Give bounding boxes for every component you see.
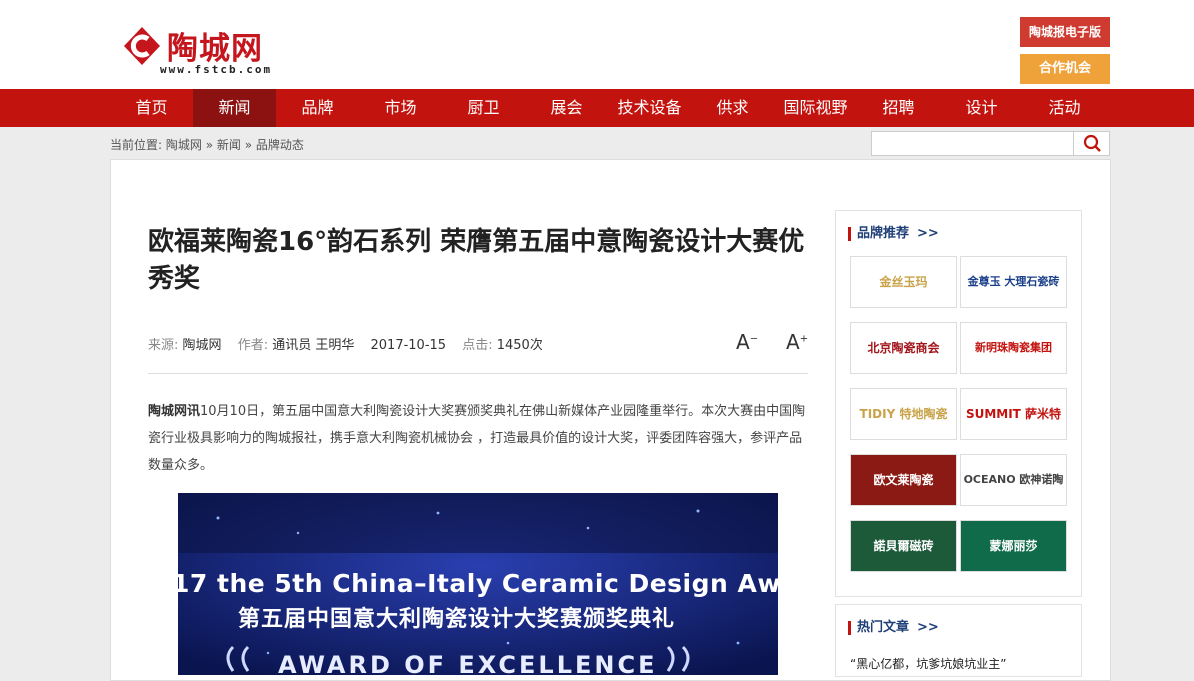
breadcrumb-item-brand-news[interactable]: 品牌动态: [256, 138, 304, 152]
main-nav: 首页 新闻 品牌 市场 厨卫 展会 技术设备 供求 国际视野 招聘 设计 活动: [0, 89, 1194, 127]
hot-articles-heading: 热门文章 >>: [848, 621, 939, 635]
site-header: 陶城网 www.fstcb.com 陶城报电子版 合作机会: [0, 0, 1194, 89]
search-button[interactable]: [1073, 132, 1110, 155]
brand-logo-tidiy[interactable]: TIDIY 特地陶瓷: [850, 388, 957, 440]
brand-logo-kinsyoma[interactable]: 金丝玉玛: [850, 256, 957, 308]
nav-item-brand[interactable]: 品牌: [276, 89, 359, 127]
logo-mark-icon: [124, 27, 160, 65]
nav-item-design[interactable]: 设计: [940, 89, 1023, 127]
hot-articles-more[interactable]: >>: [917, 620, 939, 635]
brand-logo-label: 北京陶瓷商会: [867, 341, 940, 355]
lead-text: 10月10日，第五届中国意大利陶瓷设计大奖赛颁奖典礼在佛山新媒体产业园隆重举行。…: [148, 404, 806, 473]
publish-date: 2017-10-15: [370, 338, 447, 353]
breadcrumb-separator: »: [244, 138, 253, 152]
breadcrumb-item-news[interactable]: 新闻: [217, 138, 241, 152]
brand-logo-summit[interactable]: SUMMIT 萨米特: [960, 388, 1067, 440]
font-increase-label: A: [786, 330, 800, 354]
photo-award-text: AWARD OF EXCELLENCE: [278, 651, 658, 675]
cooperation-button[interactable]: 合作机会: [1020, 54, 1110, 84]
logo-url: www.fstcb.com: [160, 63, 273, 76]
hot-articles-title: 热门文章: [857, 620, 910, 635]
nav-item-events[interactable]: 活动: [1023, 89, 1106, 127]
lead-source-tag: 陶城网讯: [148, 404, 201, 419]
breadcrumb-item-home[interactable]: 陶城网: [166, 138, 202, 152]
article-lead: 陶城网讯10月10日，第五届中国意大利陶瓷设计大奖赛颁奖典礼在佛山新媒体产业园隆…: [148, 398, 808, 479]
brand-logo-overland[interactable]: 欧文莱陶瓷: [850, 454, 957, 506]
search-box: [871, 131, 1110, 156]
brand-logo-label: 蒙娜丽莎: [961, 521, 1066, 571]
article-meta: 来源: 陶城网 作者: 通讯员 王明华 2017-10-15 点击: 1450次: [148, 334, 555, 353]
breadcrumb: 当前位置: 陶城网 » 新闻 » 品牌动态: [110, 136, 304, 153]
brand-logo-label: 金丝玉玛: [879, 275, 928, 289]
brand-logo-nobel[interactable]: 諾貝爾磁砖: [850, 520, 957, 572]
brand-logo-jinzunyu[interactable]: 金尊玉 大理石瓷砖: [960, 256, 1067, 308]
brand-logo-label: OCEANO 欧神诺陶瓷: [963, 473, 1064, 486]
hits-label: 点击:: [462, 338, 493, 353]
brand-logo-label: SUMMIT 萨米特: [965, 407, 1062, 421]
font-increase-button[interactable]: A+: [786, 330, 808, 354]
nav-item-exhibition[interactable]: 展会: [525, 89, 608, 127]
article-photo: 17 the 5th China–Italy Ceramic Design Aw…: [178, 493, 778, 675]
hot-article-link[interactable]: “黑心亿都，坑爹坑娘坑业主”: [850, 655, 1006, 672]
brand-logo-label: 欧文莱陶瓷: [851, 455, 956, 505]
logo-text: 陶城网: [167, 31, 263, 67]
nav-item-supply-demand[interactable]: 供求: [691, 89, 774, 127]
search-input[interactable]: [872, 132, 1084, 155]
author-label: 作者:: [237, 338, 269, 353]
nav-item-tech-equipment[interactable]: 技术设备: [608, 89, 691, 127]
meta-divider: [148, 373, 808, 374]
source-label: 来源:: [148, 338, 179, 353]
minus-icon: −: [749, 333, 759, 345]
font-decrease-label: A: [736, 330, 750, 354]
nav-item-home[interactable]: 首页: [110, 89, 193, 127]
breadcrumb-prefix: 当前位置:: [110, 138, 163, 152]
font-decrease-button[interactable]: A−: [736, 330, 758, 354]
photo-headline-cn: 第五届中国意大利陶瓷设计大奖赛颁奖典礼: [238, 607, 676, 632]
epaper-button[interactable]: 陶城报电子版: [1020, 17, 1110, 47]
brand-logo-oceano[interactable]: OCEANO 欧神诺陶瓷: [960, 454, 1067, 506]
brand-logo-label: TIDIY 特地陶瓷: [859, 407, 948, 421]
search-icon: [1083, 134, 1101, 152]
plus-icon: +: [799, 333, 809, 345]
brand-logo-monalisa[interactable]: 蒙娜丽莎: [960, 520, 1067, 572]
nav-item-kitchen-bath[interactable]: 厨卫: [442, 89, 525, 127]
source-link[interactable]: 陶城网: [183, 338, 222, 353]
nav-item-market[interactable]: 市场: [359, 89, 442, 127]
brand-logo-label: 金尊玉 大理石瓷砖: [967, 275, 1060, 288]
author-name: 通讯员 王明华: [272, 338, 355, 353]
brand-logo-label: 諾貝爾磁砖: [851, 521, 956, 571]
brand-recommend-more[interactable]: >>: [917, 226, 939, 241]
brand-logo-beijing-ceramic-chamber[interactable]: 北京陶瓷商会: [850, 322, 957, 374]
article-title: 欧福莱陶瓷16°韵石系列 荣膺第五届中意陶瓷设计大赛优秀奖: [148, 227, 805, 294]
brand-recommend-heading: 品牌推荐 >>: [848, 227, 939, 241]
photo-headline-en: 17 the 5th China–Italy Ceramic Design Aw…: [178, 569, 778, 598]
site-logo[interactable]: 陶城网 www.fstcb.com: [110, 20, 290, 80]
nav-item-news[interactable]: 新闻: [193, 89, 276, 127]
nav-item-international[interactable]: 国际视野: [774, 89, 857, 127]
hits-count: 1450次: [496, 338, 543, 353]
breadcrumb-separator: »: [205, 138, 214, 152]
brand-recommend-title: 品牌推荐: [857, 226, 910, 241]
brand-logo-label: 新明珠陶瓷集团: [975, 341, 1052, 354]
brand-logo-newpearl[interactable]: 新明珠陶瓷集团: [960, 322, 1067, 374]
nav-item-jobs[interactable]: 招聘: [857, 89, 940, 127]
